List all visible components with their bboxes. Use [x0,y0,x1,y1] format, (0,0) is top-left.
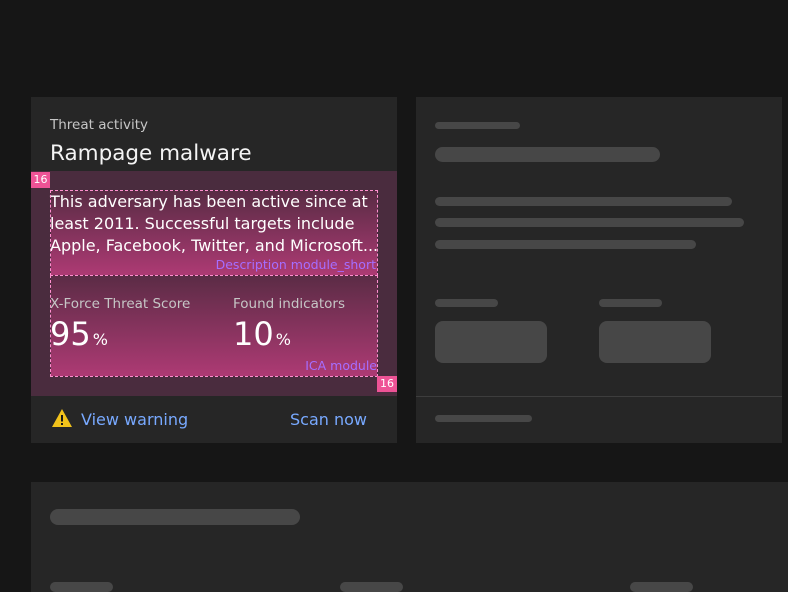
found-indicators-number: 10 [233,315,274,353]
skeleton-stat-label [435,299,498,307]
warning-triangle-icon [51,408,73,432]
skeleton-stat-value [599,321,711,363]
skeleton-line [435,240,696,249]
threat-score-value: 95% [50,316,108,358]
skeleton-title [50,509,300,525]
card-eyebrow: Threat activity [50,117,148,133]
spacing-tag-bottom: 16 [377,376,397,392]
skeleton-footer-line [435,415,532,422]
scan-now-link[interactable]: Scan now [290,410,367,429]
skeleton-card-wide [31,482,788,592]
skeleton-stat-label [599,299,662,307]
card-title: Rampage malware [50,141,252,166]
found-indicators-unit: % [275,330,291,349]
spacing-tag-top: 16 [31,172,50,188]
found-indicators-value: 10% [233,316,291,358]
threat-score-number: 95 [50,315,91,353]
threat-score-label: X-Force Threat Score [50,296,191,312]
skeleton-line [435,218,744,227]
skeleton-line [435,197,732,206]
skeleton-divider [416,396,782,397]
skeleton-stat-label [50,582,113,592]
skeleton-eyebrow [435,122,520,129]
skeleton-stat-label [630,582,693,592]
threat-score-unit: % [92,330,108,349]
description-module-label: Description module_short [215,257,376,272]
view-warning-link[interactable]: View warning [81,410,188,429]
skeleton-card [416,97,782,443]
skeleton-stat-label [340,582,403,592]
skeleton-title [435,147,660,162]
found-indicators-label: Found indicators [233,296,345,312]
ica-module-label: ICA module [305,358,377,373]
threat-activity-card: Threat activity Rampage malware This adv… [31,97,397,443]
skeleton-stat-value [435,321,547,363]
